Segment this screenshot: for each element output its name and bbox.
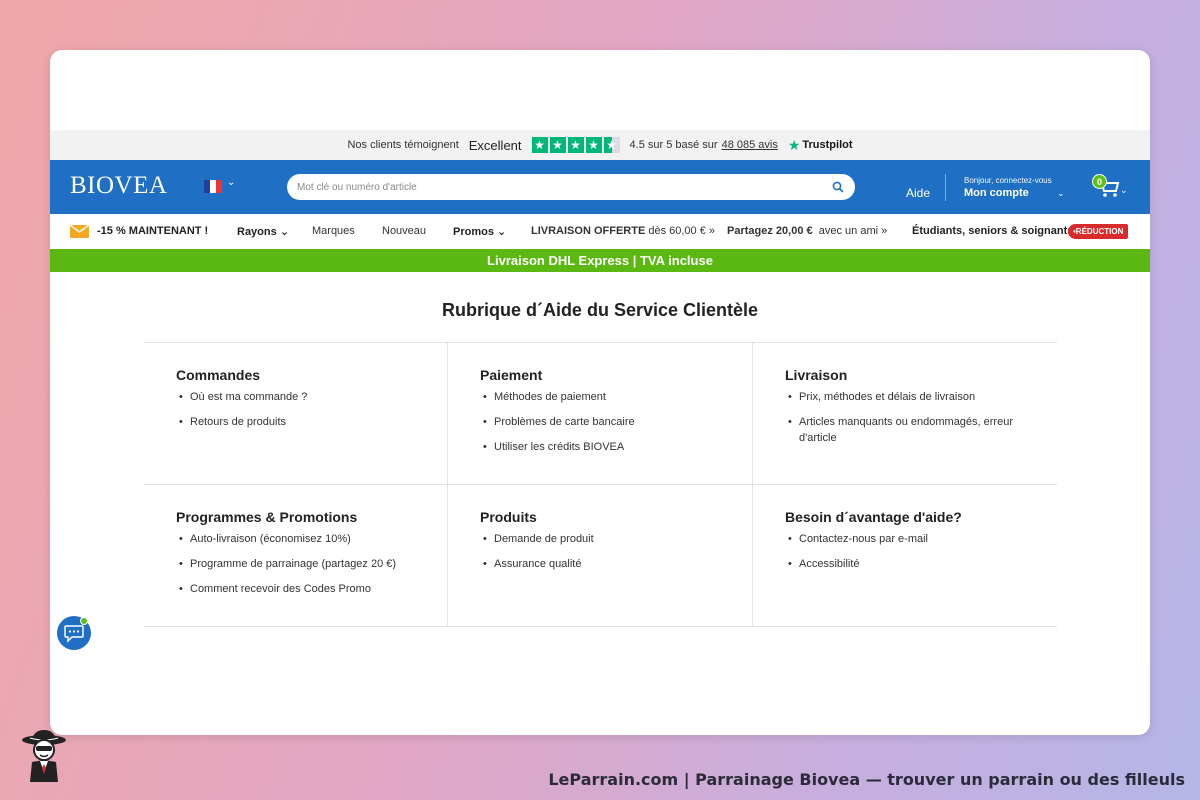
search-input[interactable] — [297, 181, 831, 193]
trustpilot-logo[interactable]: ★ Trustpilot — [788, 137, 853, 154]
help-section-produits: Produits Demande de produit Assurance qu… — [448, 485, 753, 627]
share-rest: avec un ami » — [818, 225, 888, 237]
help-link[interactable]: Programme de parrainage (partagez 20 €) — [176, 556, 415, 572]
chevron-down-icon[interactable]: ⌄ — [1120, 185, 1128, 196]
help-link[interactable]: Retours de produits — [176, 414, 415, 430]
help-link[interactable]: Accessibilité — [785, 556, 1025, 572]
nav-share[interactable]: Partagez 20,00 € avec un ami » — [727, 225, 887, 237]
shipping-banner: Livraison DHL Express | TVA incluse — [50, 249, 1150, 272]
online-status-dot — [80, 617, 88, 625]
nav-rayons-label: Rayons — [237, 226, 277, 238]
chat-bubble-icon — [64, 625, 84, 643]
nav-students[interactable]: Étudiants, seniors & soignants — [912, 225, 1073, 237]
help-link[interactable]: Contactez-nous par e-mail — [785, 531, 1025, 547]
cart-count-badge: 0 — [1092, 174, 1107, 189]
section-title: Commandes — [176, 367, 261, 383]
search-icon[interactable] — [831, 180, 845, 194]
account-menu[interactable]: Bonjour, connectez-vous Mon compte — [964, 176, 1052, 199]
reduction-badge[interactable]: •RÉDUCTION — [1068, 224, 1129, 239]
biovea-logo[interactable]: BIOVEA — [70, 172, 167, 200]
account-label: Mon compte — [964, 187, 1029, 199]
nav-nouveau[interactable]: Nouveau — [382, 225, 426, 237]
section-title: Paiement — [480, 367, 543, 383]
browser-page-card: Nos clients témoignent Excellent ★ ★ ★ ★… — [50, 50, 1150, 735]
help-section-more-help: Besoin d´avantage d'aide? Contactez-nous… — [753, 485, 1057, 627]
star-icon: ★ — [585, 137, 602, 153]
trustpilot-rating-word: Excellent — [468, 137, 522, 153]
help-link[interactable]: Demande de produit — [480, 531, 720, 547]
promo-now-link[interactable]: -15 % MAINTENANT ! — [97, 225, 208, 237]
star-icon: ★ — [567, 137, 584, 153]
trustpilot-review-count-link[interactable]: 48 085 avis — [722, 139, 778, 151]
help-link[interactable]: Aide — [906, 186, 930, 200]
help-link[interactable]: Articles manquants ou endommagés, erreur… — [785, 414, 1025, 446]
share-bold: Partagez 20,00 € — [727, 225, 813, 237]
header-divider — [945, 174, 946, 201]
account-greeting: Bonjour, connectez-vous — [964, 176, 1052, 185]
star-icon: ★ — [549, 137, 566, 153]
section-title: Besoin d´avantage d'aide? — [785, 509, 962, 525]
help-link[interactable]: Problèmes de carte bancaire — [480, 414, 720, 430]
nav-promos[interactable]: Promos ⌄ — [453, 225, 506, 238]
nav-marques[interactable]: Marques — [312, 225, 355, 237]
help-section-commandes: Commandes Où est ma commande ? Retours d… — [144, 343, 448, 485]
chevron-down-icon: ⌄ — [279, 226, 290, 238]
help-sections-grid: Commandes Où est ma commande ? Retours d… — [144, 342, 1057, 627]
free-delivery-rest: dès 60,00 € » — [648, 225, 716, 237]
nav-promos-label: Promos — [453, 226, 494, 238]
trustpilot-brand: Trustpilot — [802, 139, 853, 151]
site-header: BIOVEA ⌄ Aide Bonjour, connectez-vous Mo… — [50, 160, 1150, 214]
help-link[interactable]: Prix, méthodes et délais de livraison — [785, 389, 1025, 405]
help-section-programmes: Programmes & Promotions Auto-livraison (… — [144, 485, 448, 627]
search-bar[interactable] — [287, 174, 855, 200]
help-link[interactable]: Assurance qualité — [480, 556, 720, 572]
section-title: Produits — [480, 509, 537, 525]
help-section-paiement: Paiement Méthodes de paiement Problèmes … — [448, 343, 753, 485]
trustpilot-bar[interactable]: Nos clients témoignent Excellent ★ ★ ★ ★… — [50, 130, 1150, 160]
chevron-down-icon[interactable]: ⌄ — [227, 177, 235, 188]
free-delivery-bold: LIVRAISON OFFERTE — [531, 225, 646, 237]
main-nav: -15 % MAINTENANT ! Rayons ⌄ Marques Nouv… — [50, 214, 1150, 249]
france-flag-icon[interactable] — [204, 180, 222, 193]
envelope-icon — [70, 225, 89, 238]
help-link[interactable]: Auto-livraison (économisez 10%) — [176, 531, 415, 547]
footer-caption: LeParrain.com | Parrainage Biovea — trou… — [548, 770, 1185, 789]
half-star-icon: ★ — [603, 137, 620, 153]
help-link[interactable]: Comment recevoir des Codes Promo — [176, 581, 415, 597]
star-icon: ★ — [531, 137, 548, 153]
help-link[interactable]: Où est ma commande ? — [176, 389, 415, 405]
mascot-icon — [22, 730, 66, 782]
trustpilot-stars: ★ ★ ★ ★ ★ — [531, 137, 620, 153]
section-title: Programmes & Promotions — [176, 509, 358, 525]
page-title: Rubrique d´Aide du Service Clientèle — [441, 300, 759, 320]
trustpilot-score: 4.5 sur 5 basé sur — [629, 139, 718, 151]
help-link[interactable]: Utiliser les crédits BIOVEA — [480, 439, 720, 455]
help-section-livraison: Livraison Prix, méthodes et délais de li… — [753, 343, 1057, 485]
help-link[interactable]: Méthodes de paiement — [480, 389, 720, 405]
nav-rayons[interactable]: Rayons ⌄ — [237, 225, 289, 238]
nav-free-delivery[interactable]: LIVRAISON OFFERTE dès 60,00 € » — [531, 225, 715, 237]
shipping-banner-text: Livraison DHL Express | TVA incluse — [487, 253, 713, 268]
chevron-down-icon[interactable]: ⌄ — [1057, 188, 1065, 199]
chevron-down-icon: ⌄ — [497, 226, 507, 238]
trustpilot-intro: Nos clients témoignent — [347, 139, 459, 151]
section-title: Livraison — [785, 367, 848, 383]
trustpilot-star-icon: ★ — [787, 136, 801, 153]
